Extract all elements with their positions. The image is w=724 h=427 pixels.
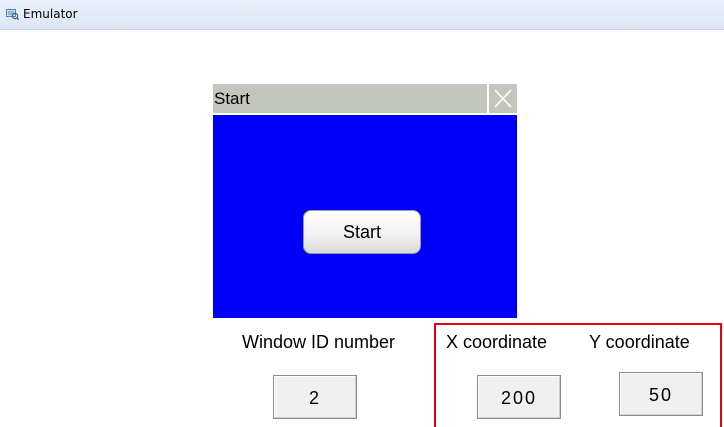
window-id-label: Window ID number: [242, 332, 396, 352]
window-id-value[interactable]: 2: [273, 375, 357, 419]
popup-titlebar[interactable]: Start: [213, 84, 517, 115]
popup-title: Start: [214, 89, 250, 108]
window-titlebar[interactable]: Emulator: [0, 0, 724, 30]
start-button[interactable]: Start: [303, 210, 421, 254]
window-title: Emulator: [23, 7, 78, 21]
close-icon: [494, 89, 512, 108]
emulator-app-icon: [6, 9, 19, 20]
coordinates-highlight-box: [434, 323, 722, 427]
popup-close-button[interactable]: [487, 84, 517, 113]
